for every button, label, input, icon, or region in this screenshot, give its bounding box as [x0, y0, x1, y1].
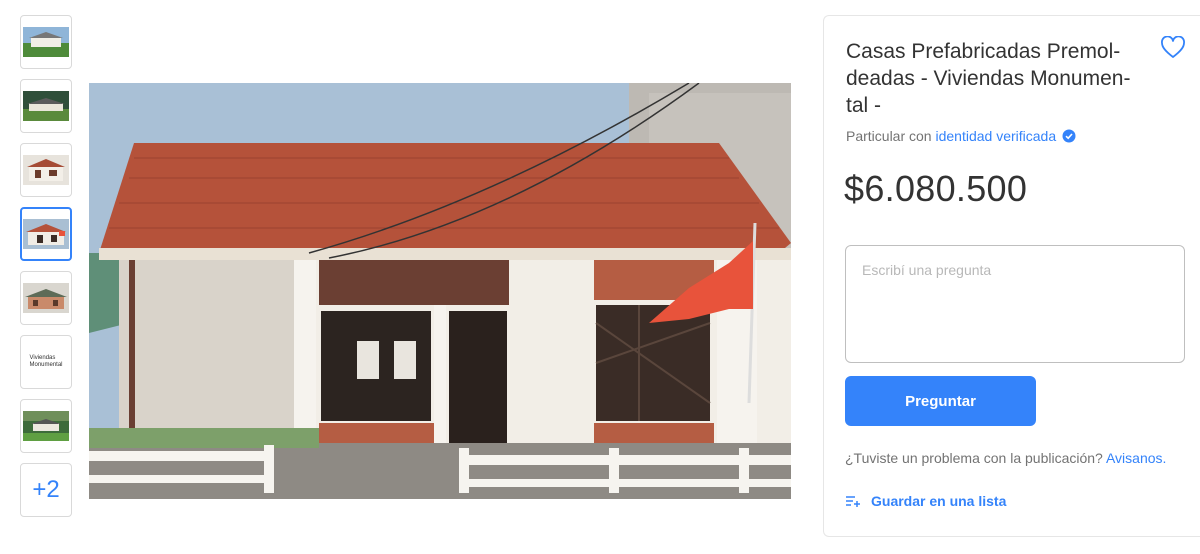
thumbnail-7[interactable]: [20, 399, 72, 453]
favorite-heart-icon[interactable]: [1160, 35, 1186, 60]
thumbnail-gallery: Viviendas Monumental +2: [20, 15, 74, 527]
save-to-list-button[interactable]: Guardar en una lista: [845, 493, 1006, 509]
main-product-image[interactable]: [89, 83, 791, 499]
thumbnail-5[interactable]: [20, 271, 72, 325]
thumbnail-logo[interactable]: Viviendas Monumental: [20, 335, 72, 389]
add-list-icon: [846, 496, 860, 507]
verified-badge-icon: [1062, 129, 1076, 143]
house-photo-main: [89, 83, 791, 499]
question-input[interactable]: [845, 245, 1185, 363]
seller-info: Particular con identidad verificada: [846, 128, 1076, 144]
thumbnail-2[interactable]: [20, 79, 72, 133]
product-price: $6.080.500: [844, 168, 1028, 209]
report-problem-link[interactable]: Avisanos.: [1106, 450, 1166, 466]
thumbnail-4[interactable]: [20, 207, 72, 261]
thumbnail-3[interactable]: [20, 143, 72, 197]
product-info-panel: Casas Prefabricadas Premol- deadas - Viv…: [823, 15, 1200, 537]
ask-question-button[interactable]: Preguntar: [845, 376, 1036, 426]
product-title: Casas Prefabricadas Premol- deadas - Viv…: [846, 40, 1131, 117]
logo-thumbnail-icon: Viviendas Monumental: [29, 355, 63, 368]
verified-identity-link[interactable]: identidad verificada: [935, 128, 1056, 144]
report-problem-text: ¿Tuviste un problema con la publicación?…: [845, 450, 1167, 466]
more-photos-button[interactable]: +2: [20, 463, 72, 517]
thumbnail-1[interactable]: [20, 15, 72, 69]
